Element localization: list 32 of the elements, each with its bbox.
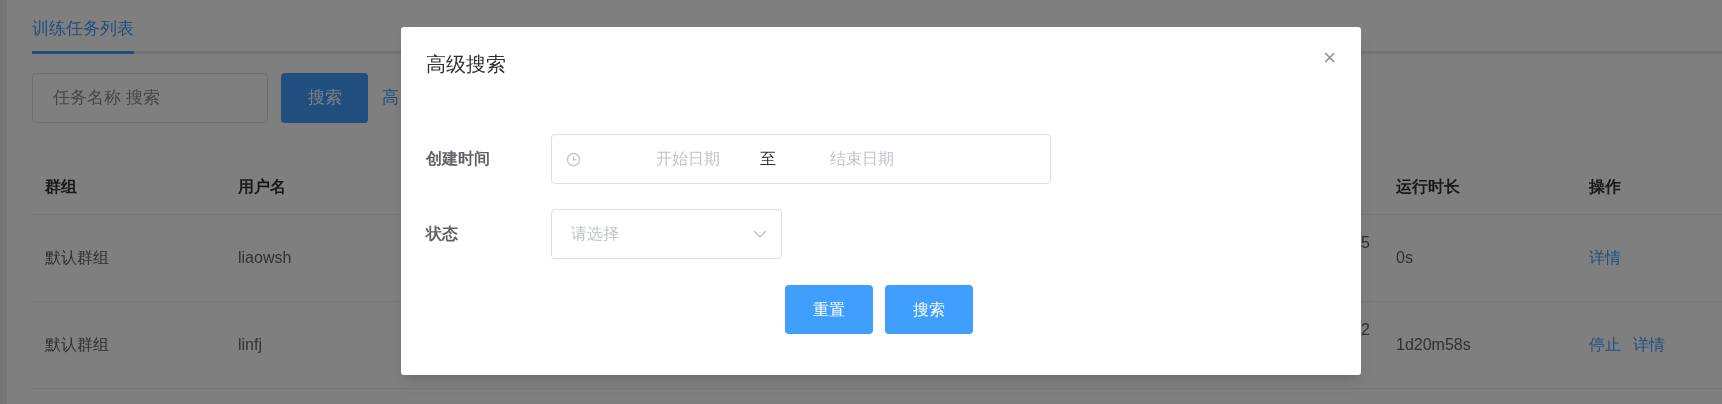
- table-cell: 5: [1361, 234, 1370, 251]
- search-field[interactable]: 任务名称 搜索: [32, 73, 268, 123]
- table-cell: 默认群组: [45, 336, 109, 353]
- field-label: 状态: [426, 224, 459, 244]
- end-date-placeholder: 结束日期: [829, 149, 895, 169]
- date-range-field[interactable]: 开始日期 至 结束日期: [551, 134, 1051, 184]
- action-link[interactable]: 详情: [1589, 246, 1621, 270]
- clock-icon: [566, 151, 581, 167]
- close-button[interactable]: ×: [1323, 47, 1336, 69]
- table-cell: linfj: [238, 336, 262, 353]
- column-header: 运行时长: [1396, 177, 1460, 195]
- field-label: 创建时间: [426, 149, 491, 169]
- table-cell: liaowsh: [238, 249, 292, 266]
- table-cell: 1d20m58s: [1396, 336, 1471, 353]
- dialog-title: 高级搜索: [426, 52, 506, 77]
- action-link[interactable]: 详情: [1633, 333, 1665, 357]
- table-cell: 0s: [1396, 249, 1413, 266]
- dialog-button[interactable]: 重置: [785, 285, 873, 334]
- chevron-down-icon: [753, 230, 767, 238]
- status-select[interactable]: 请选择: [551, 209, 782, 259]
- search-button[interactable]: 搜索: [281, 73, 368, 123]
- action-link[interactable]: 停止: [1589, 333, 1621, 357]
- range-separator: 至: [760, 149, 776, 169]
- column-header: 操作: [1589, 177, 1621, 195]
- column-header: 用户名: [238, 177, 286, 195]
- dialog-button[interactable]: 搜索: [885, 285, 973, 334]
- advanced-search-link[interactable]: 高: [382, 85, 399, 111]
- start-date-placeholder: 开始日期: [655, 149, 721, 169]
- table-cell: 默认群组: [45, 249, 109, 266]
- tab[interactable]: 训练任务列表: [32, 14, 134, 54]
- column-header: 群组: [45, 177, 77, 195]
- table-cell: 2: [1361, 321, 1370, 338]
